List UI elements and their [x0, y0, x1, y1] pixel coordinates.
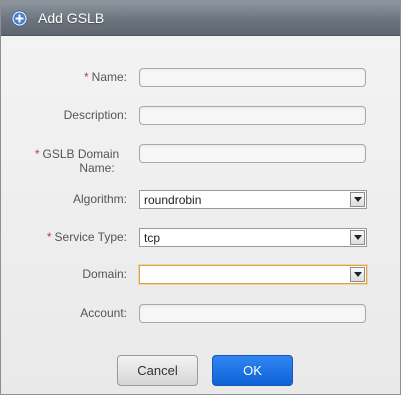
ok-button[interactable]: OK — [212, 355, 293, 386]
chevron-down-icon[interactable] — [350, 267, 365, 282]
account-input[interactable] — [139, 304, 366, 323]
service-type-value: tcp — [144, 231, 161, 245]
algorithm-value: roundrobin — [144, 193, 202, 207]
domain-select[interactable] — [139, 265, 367, 284]
name-input[interactable] — [139, 68, 366, 87]
description-label: Description: — [63, 108, 127, 122]
chevron-down-icon[interactable] — [350, 192, 365, 207]
service-type-select[interactable]: tcp — [139, 228, 367, 247]
cancel-button[interactable]: Cancel — [117, 355, 198, 386]
dialog-title: Add GSLB — [38, 10, 105, 26]
name-label: * Name: — [83, 70, 127, 84]
service-type-label: * Service Type: — [46, 230, 127, 244]
algorithm-label: Algorithm: — [72, 192, 127, 206]
required-marker: * — [83, 70, 89, 84]
add-circle-icon — [11, 10, 28, 27]
account-label: Account: — [80, 306, 127, 320]
chevron-down-icon[interactable] — [350, 230, 365, 245]
gslb-domain-name-input[interactable] — [139, 144, 366, 163]
dialog-titlebar: Add GSLB — [1, 1, 400, 36]
domain-label: Domain: — [82, 267, 127, 281]
algorithm-select[interactable]: roundrobin — [139, 190, 367, 209]
gslb-domain-name-label: * GSLB Domain Name: — [34, 147, 120, 175]
description-input[interactable] — [139, 106, 366, 125]
add-gslb-dialog: Add GSLB * Name: Description: * GSLB Domai… — [0, 0, 401, 395]
